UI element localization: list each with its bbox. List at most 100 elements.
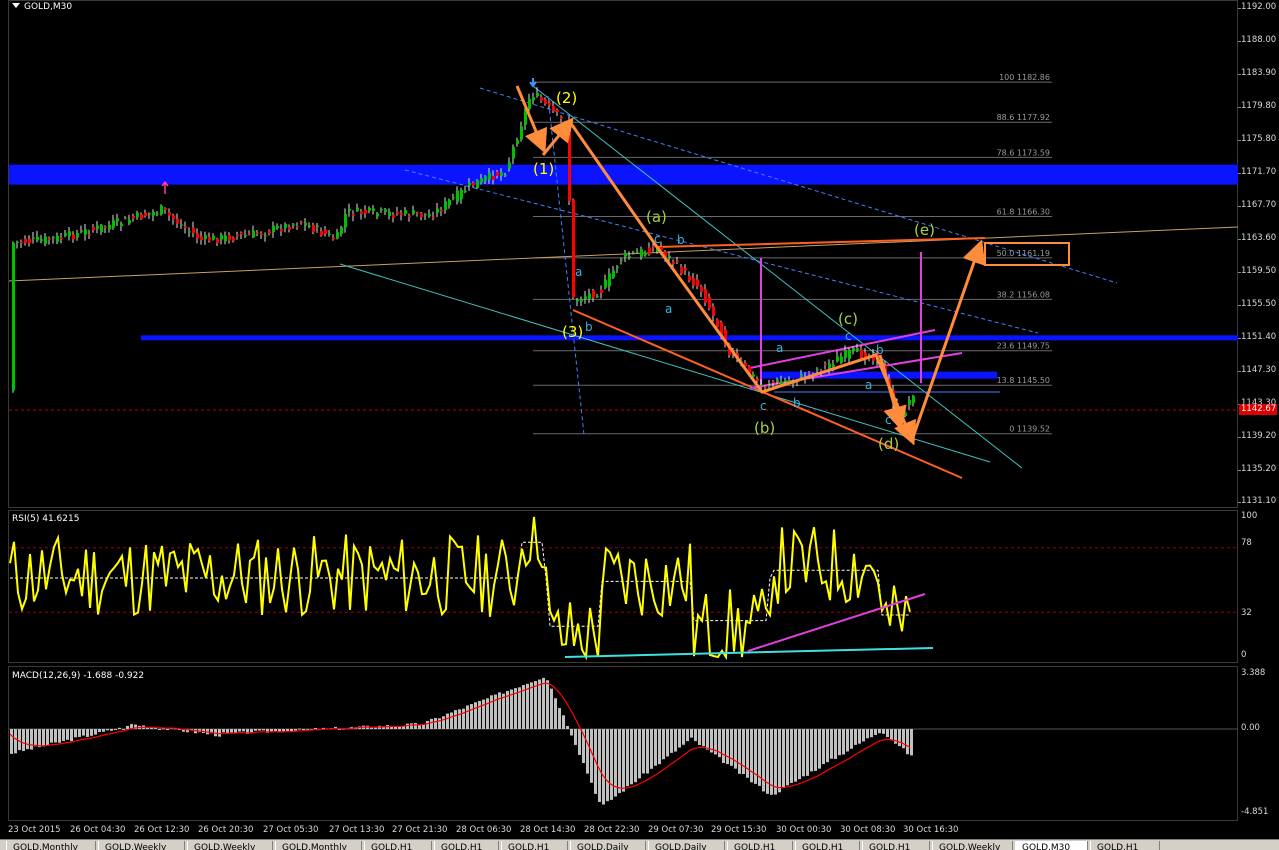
support-line <box>141 335 1238 341</box>
macd-histogram-bar <box>50 729 53 743</box>
time-tick-label: 27 Oct 21:30 <box>392 825 448 835</box>
macd-histogram-bar <box>602 729 605 805</box>
macd-histogram-bar <box>586 729 589 774</box>
candle-body <box>212 235 215 240</box>
symbol-title[interactable]: GOLD,M30 <box>12 2 72 12</box>
time-tick-label: 26 Oct 12:30 <box>134 825 190 835</box>
macd-histogram-bar <box>702 729 705 747</box>
candle-body <box>580 299 583 302</box>
candle-body <box>436 208 439 213</box>
macd-histogram-bar <box>490 695 493 729</box>
candle-body <box>828 363 831 369</box>
candle-body <box>236 234 239 237</box>
candle-body <box>716 319 719 328</box>
wave-arrow <box>910 239 986 441</box>
macd-histogram-bar <box>870 729 873 738</box>
rsi-trendline <box>747 593 926 652</box>
candle-body <box>128 219 131 224</box>
sub-wave-label: a <box>776 341 783 355</box>
macd-histogram-bar <box>242 729 245 732</box>
macd-histogram-bar <box>166 729 169 730</box>
candle-body <box>348 208 351 211</box>
candle-body <box>444 201 447 210</box>
candle-body <box>240 232 243 235</box>
time-tick-label: 28 Oct 22:30 <box>584 825 640 835</box>
candle-body <box>596 296 599 298</box>
candle-body <box>408 215 411 218</box>
macd-histogram-bar <box>10 729 13 754</box>
candle-body <box>396 211 399 214</box>
fib-level-label: 61.8 1166.30 <box>997 207 1050 216</box>
macd-histogram-bar <box>298 728 301 730</box>
candle-body <box>624 253 627 257</box>
macd-histogram-bar <box>74 729 77 738</box>
macd-histogram-bar <box>866 729 869 739</box>
macd-histogram-bar <box>302 729 305 730</box>
macd-histogram-bar <box>14 729 17 754</box>
candle-body <box>300 222 303 224</box>
candle-body <box>252 230 255 238</box>
candle-body <box>700 286 703 293</box>
macd-histogram-bar <box>22 729 25 751</box>
candle-body <box>480 177 483 183</box>
candle-body <box>132 216 135 219</box>
time-tick-label: 30 Oct 16:30 <box>903 825 959 835</box>
sub-wave-label: c <box>885 413 892 427</box>
candle-body <box>836 356 839 362</box>
candle-body <box>588 293 591 299</box>
macd-histogram-bar <box>830 729 833 759</box>
fib-level-label: 78.6 1173.59 <box>997 148 1050 157</box>
candle-body <box>116 218 119 222</box>
macd-histogram-bar <box>62 729 65 741</box>
macd-histogram-bar <box>854 729 857 745</box>
macd-histogram-bar <box>270 729 273 732</box>
candle-body <box>448 199 451 206</box>
macd-histogram-bar <box>810 729 813 772</box>
fib-level-label: 13.8 1145.50 <box>997 376 1050 385</box>
candle-body <box>248 233 251 235</box>
candle-body <box>400 213 403 216</box>
candle-body <box>320 231 323 236</box>
candle-body <box>680 266 683 274</box>
candle-body <box>216 238 219 243</box>
candle-body <box>404 210 407 214</box>
macd-histogram-bar <box>566 726 569 729</box>
candle-body <box>492 175 495 181</box>
macd-histogram-bar <box>534 681 537 729</box>
candle-body <box>48 238 51 240</box>
candle-body <box>772 381 775 384</box>
macd-histogram-bar <box>370 727 373 729</box>
candle-body <box>24 238 27 244</box>
macd-histogram-bar <box>726 729 729 765</box>
macd-histogram-bar <box>226 729 229 733</box>
macd-histogram-bar <box>662 729 665 760</box>
candle-body <box>244 235 247 237</box>
macd-title: MACD(12,26,9) -1.688 -0.922 <box>12 671 145 681</box>
macd-histogram-bar <box>554 698 557 729</box>
macd-histogram-bar <box>94 729 97 735</box>
candle-body <box>420 213 423 217</box>
macd-histogram-bar <box>286 729 289 731</box>
macd-histogram-bar <box>666 729 669 757</box>
time-tick-label: 29 Oct 15:30 <box>711 825 767 835</box>
candle-body <box>904 412 907 416</box>
candle-body <box>848 349 851 359</box>
macd-histogram-bar <box>834 729 837 759</box>
macd-histogram-bar <box>682 729 685 745</box>
macd-histogram-bar <box>862 729 865 742</box>
candle-body <box>56 235 59 242</box>
macd-histogram-bar <box>674 729 677 752</box>
macd-histogram-bar <box>158 729 161 730</box>
candle-body <box>156 213 159 215</box>
macd-histogram-bar <box>70 729 73 742</box>
macd-histogram-bar <box>230 729 233 733</box>
macd-histogram-bar <box>294 729 297 731</box>
macd-histogram-bar <box>610 729 613 800</box>
candle-body <box>304 222 307 226</box>
candle-body <box>712 306 715 316</box>
macd-histogram-bar <box>618 729 621 794</box>
candle-body <box>552 105 555 112</box>
candle-body <box>20 241 23 244</box>
candle-body <box>424 214 427 216</box>
sub-wave-label: b <box>793 396 801 410</box>
